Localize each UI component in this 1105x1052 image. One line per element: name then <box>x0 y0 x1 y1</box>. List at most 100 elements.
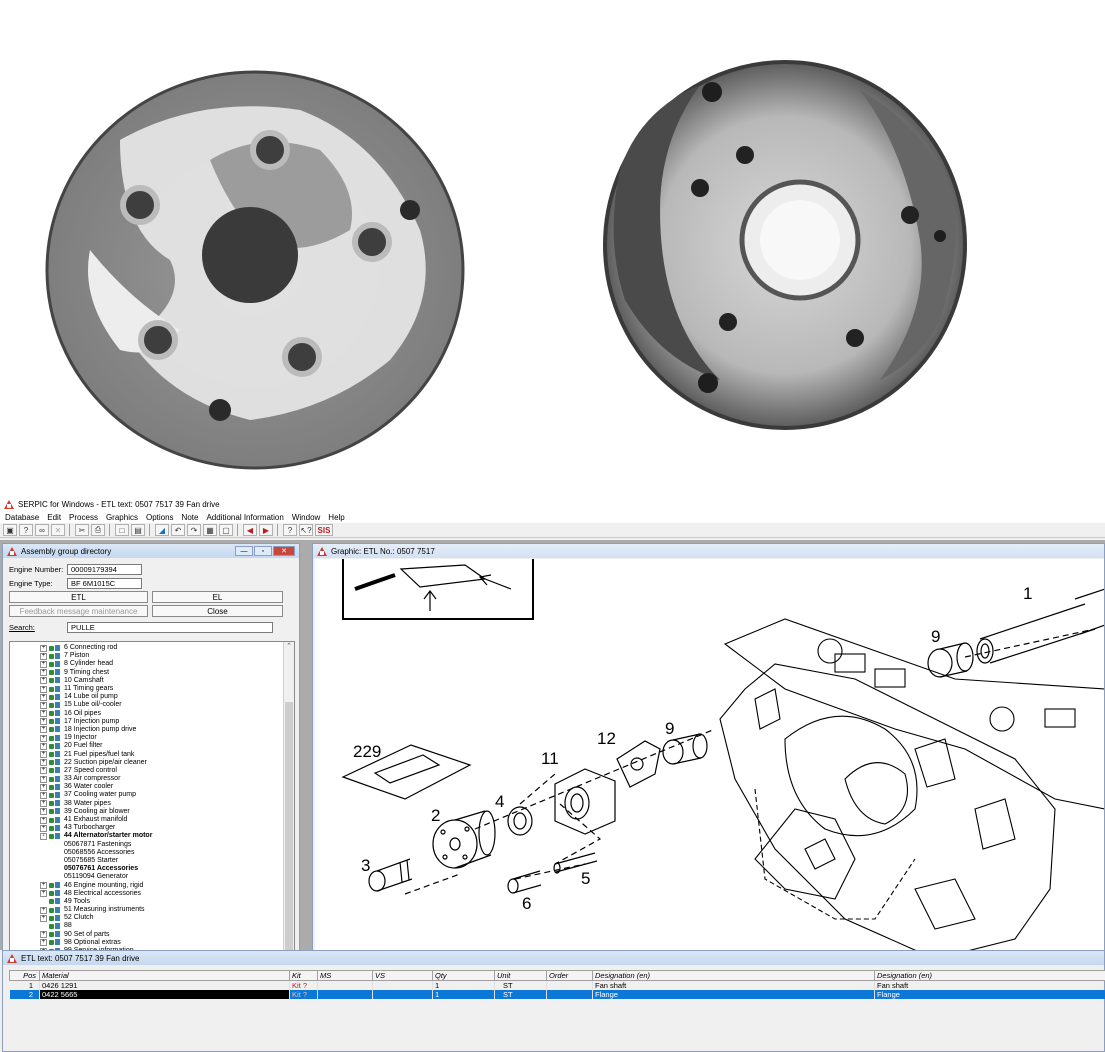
tree-item[interactable]: +39 Cooling air blower <box>12 808 294 816</box>
expand-icon[interactable]: + <box>40 644 47 652</box>
table-row-selected[interactable]: 2 0422 5665 Kit ? 1 ST Flange Flange <box>9 990 1105 999</box>
app-titlebar[interactable]: SERPIC for Windows - ETL text: 0507 7517… <box>0 498 1105 511</box>
find-icon[interactable]: ? <box>19 524 33 536</box>
tree-item[interactable]: 05076761 Accessories <box>12 865 294 873</box>
expand-icon[interactable]: + <box>40 742 47 750</box>
el-button[interactable]: EL <box>152 591 283 603</box>
tree-scrollbar[interactable]: ⌃ ⌄ <box>283 642 294 985</box>
menu-help[interactable]: Help <box>328 513 344 522</box>
menu-graphics[interactable]: Graphics <box>106 513 138 522</box>
tree-item[interactable]: 05075685 Starter <box>12 857 294 865</box>
col-ms[interactable]: MS <box>317 970 373 981</box>
paint-icon[interactable]: ◢ <box>155 524 169 536</box>
tree-item[interactable]: +51 Measuring instruments <box>12 906 294 914</box>
tree-item[interactable]: +46 Engine mounting, rigid <box>12 881 294 890</box>
collapse-icon[interactable]: - <box>40 832 47 840</box>
scrollbar-thumb[interactable] <box>285 702 293 972</box>
expand-icon[interactable]: + <box>40 693 47 701</box>
expand-icon[interactable]: + <box>40 701 47 709</box>
col-order[interactable]: Order <box>546 970 593 981</box>
col-material[interactable]: Material <box>39 970 290 981</box>
expand-icon[interactable]: + <box>40 726 47 734</box>
redo-icon[interactable]: ↷ <box>187 524 201 536</box>
tree-item[interactable]: +7 Piston <box>12 652 294 660</box>
expand-icon[interactable]: + <box>40 775 47 783</box>
tree-item[interactable]: +41 Exhaust manifold <box>12 816 294 824</box>
tree-item[interactable]: 49 Tools <box>12 898 294 906</box>
tree-item[interactable]: +27 Speed control <box>12 767 294 775</box>
minimize-icon[interactable]: — <box>235 546 253 556</box>
print-icon[interactable]: ⎙ <box>91 524 105 536</box>
menu-options[interactable]: Options <box>146 513 174 522</box>
etl-button[interactable]: ETL <box>9 591 148 603</box>
expand-icon[interactable]: + <box>40 669 47 677</box>
tree-item[interactable]: +10 Camshaft <box>12 677 294 685</box>
tree-item[interactable]: +11 Timing gears <box>12 685 294 693</box>
tree-item[interactable]: +37 Cooling water pump <box>12 791 294 799</box>
expand-icon[interactable]: + <box>40 882 47 890</box>
grid-icon[interactable]: ▦ <box>203 524 217 536</box>
tree-item[interactable]: +6 Connecting rod <box>12 644 294 652</box>
expand-icon[interactable]: + <box>40 685 47 693</box>
close-button[interactable]: Close <box>152 605 283 617</box>
tree-item[interactable]: - 44 Alternator/starter motor <box>12 832 294 840</box>
tree-item[interactable]: +19 Injector <box>12 734 294 742</box>
tree-item[interactable]: +18 Injection pump drive <box>12 726 294 734</box>
col-vs[interactable]: VS <box>372 970 433 981</box>
zoom-icon[interactable]: ▢ <box>219 524 233 536</box>
tree-item[interactable]: +21 Fuel pipes/fuel tank <box>12 750 294 759</box>
tree-item[interactable]: +36 Water cooler <box>12 783 294 791</box>
tree-item[interactable]: +9 Timing chest <box>12 669 294 677</box>
expand-icon[interactable]: + <box>40 734 47 742</box>
maximize-icon[interactable]: ▫ <box>254 546 272 556</box>
expand-icon[interactable]: + <box>40 751 47 759</box>
tree-item[interactable]: 88 <box>12 922 294 930</box>
arrow-right-icon[interactable]: ▶ <box>259 524 273 536</box>
menu-note[interactable]: Note <box>182 513 199 522</box>
tree-item[interactable]: +8 Cylinder head <box>12 660 294 668</box>
menu-database[interactable]: Database <box>5 513 39 522</box>
table-row[interactable]: 1 0426 1291 Kit ? 1 ST Fan shaft Fan sha… <box>9 980 1105 990</box>
link-icon[interactable]: ∞ <box>35 524 49 536</box>
graphic-window-titlebar[interactable]: Graphic: ETL No.: 0507 7517 <box>313 544 1104 558</box>
tree-item[interactable]: 05068556 Accessories <box>12 849 294 857</box>
tree-item[interactable]: +20 Fuel filter <box>12 742 294 750</box>
tree-item[interactable]: +43 Turbocharger <box>12 824 294 832</box>
col-pos[interactable]: Pos <box>9 970 40 981</box>
tree-item[interactable]: 05067871 Fastenings <box>12 841 294 849</box>
col-unit[interactable]: Unit <box>494 970 547 981</box>
close-icon[interactable]: ✕ <box>273 546 295 556</box>
tree-item[interactable]: +38 Water pipes <box>12 800 294 808</box>
expand-icon[interactable]: + <box>40 652 47 660</box>
menu-window[interactable]: Window <box>292 513 320 522</box>
help-icon[interactable]: ? <box>283 524 297 536</box>
expand-icon[interactable]: + <box>40 791 47 799</box>
engine-type-field[interactable]: BF 6M1015C <box>67 577 142 589</box>
expand-icon[interactable]: + <box>40 816 47 824</box>
undo-icon[interactable]: ↶ <box>171 524 185 536</box>
tree-item[interactable]: +16 Oil pipes <box>12 710 294 718</box>
menu-edit[interactable]: Edit <box>47 513 61 522</box>
cut-disabled-icon[interactable]: ✕ <box>51 524 65 536</box>
tree-item[interactable]: +15 Lube oil/-cooler <box>12 701 294 709</box>
col-designation-2[interactable]: Designation (en) <box>874 970 1105 981</box>
folder-icon[interactable]: ▤ <box>131 524 145 536</box>
tree-item[interactable]: 05119094 Generator <box>12 873 294 881</box>
expand-icon[interactable]: + <box>40 931 47 939</box>
expand-icon[interactable]: + <box>40 718 47 726</box>
expand-icon[interactable]: + <box>40 660 47 668</box>
exploded-view-canvas[interactable]: 1 9 229 11 12 9 2 4 3 6 5 <box>315 559 1104 974</box>
open-icon[interactable]: ▣ <box>3 524 17 536</box>
tree-item[interactable]: +22 Suction pipe/air cleaner <box>12 759 294 767</box>
expand-icon[interactable]: + <box>40 800 47 808</box>
col-qty[interactable]: Qty <box>432 970 495 981</box>
col-kit[interactable]: Kit <box>289 970 318 981</box>
tree-item[interactable]: +52 Clutch <box>12 914 294 922</box>
assembly-window-titlebar[interactable]: Assembly group directory — ▫ ✕ <box>3 544 299 558</box>
expand-icon[interactable]: + <box>40 824 47 832</box>
tree-item[interactable]: +14 Lube oil pump <box>12 693 294 701</box>
expand-icon[interactable]: + <box>40 767 47 775</box>
engine-number-field[interactable]: 00009179394 <box>67 563 142 575</box>
tree-item[interactable]: +48 Electrical accessories <box>12 890 294 898</box>
menu-additional-information[interactable]: Additional Information <box>206 513 283 522</box>
